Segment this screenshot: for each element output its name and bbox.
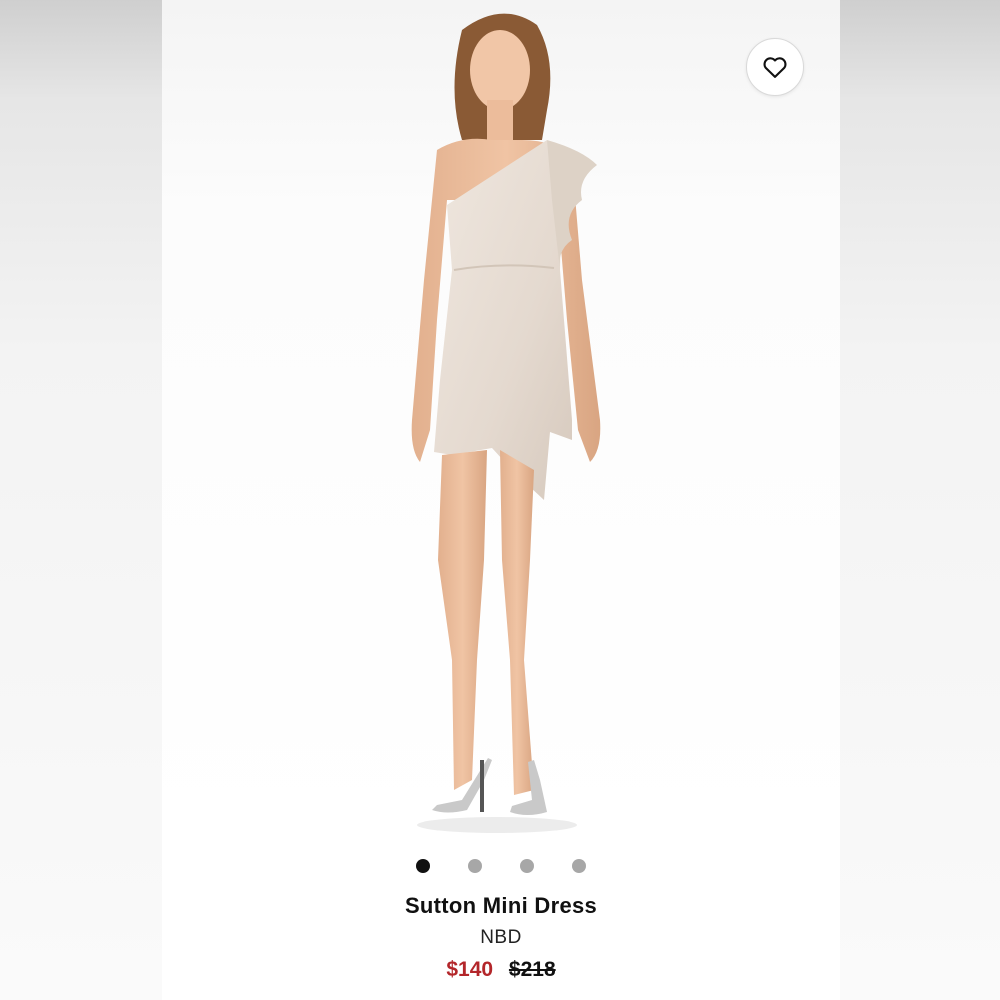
product-title[interactable]: Sutton Mini Dress xyxy=(162,893,840,919)
heart-outline-icon xyxy=(763,57,787,78)
backdrop-right xyxy=(840,0,1000,1000)
gallery-dot-3[interactable] xyxy=(520,859,534,873)
gallery-dot-1[interactable] xyxy=(416,859,430,873)
backdrop-left xyxy=(0,0,162,1000)
gallery-dot-2[interactable] xyxy=(468,859,482,873)
favorite-button[interactable] xyxy=(746,38,804,96)
product-brand[interactable]: NBD xyxy=(162,927,840,949)
product-image[interactable] xyxy=(162,0,840,845)
original-price: $218 xyxy=(508,958,556,981)
sale-price: $140 xyxy=(446,958,494,981)
gallery-dot-4[interactable] xyxy=(572,859,586,873)
gallery-pagination xyxy=(162,858,840,874)
product-card: Sutton Mini Dress NBD $140 $218 xyxy=(162,0,840,1000)
price-row: $140 $218 xyxy=(162,958,840,982)
